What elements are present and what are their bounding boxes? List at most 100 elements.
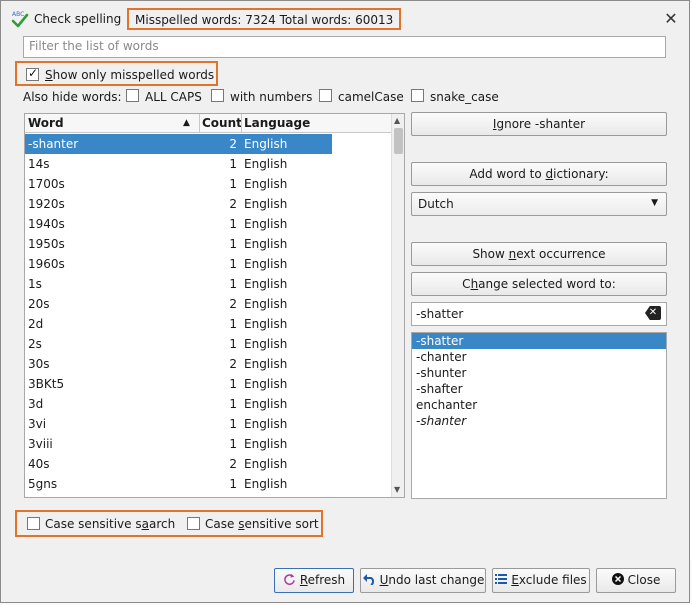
close-circle-icon [611, 573, 624, 585]
word-cell: 3d [28, 397, 44, 411]
hide-camelcase-checkbox[interactable] [319, 89, 332, 102]
refresh-button[interactable]: Refresh [274, 568, 354, 593]
language-cell: English [244, 317, 288, 331]
language-cell: English [244, 257, 288, 271]
hide-snake-case-label[interactable]: snake_case [430, 90, 499, 104]
table-row[interactable]: 2s 1 English [25, 334, 332, 354]
hide-with-numbers-checkbox[interactable] [211, 89, 224, 102]
change-selected-word-button[interactable]: Change selected word to: [411, 272, 667, 296]
count-cell: 2 [229, 457, 237, 471]
table-row[interactable]: 1960s 1 English [25, 254, 332, 274]
suggestion-item[interactable]: enchanter [412, 397, 666, 413]
word-cell: 1950s [28, 237, 65, 251]
table-row[interactable]: 3d 1 English [25, 394, 332, 414]
language-cell: English [244, 377, 288, 391]
table-row[interactable]: -shanter 2 English [25, 134, 332, 154]
hide-all-caps-checkbox[interactable] [126, 89, 139, 102]
close-button[interactable]: Close [596, 568, 676, 593]
count-cell: 1 [229, 257, 237, 271]
language-cell: English [244, 397, 288, 411]
title-bar: ABC Check spelling Misspelled words: 732… [1, 1, 689, 35]
word-cell: 30s [28, 357, 50, 371]
replacement-input[interactable]: -shatter ✕ [411, 302, 667, 326]
scrollbar-thumb[interactable] [394, 128, 403, 154]
language-cell: English [244, 337, 288, 351]
case-sensitive-search-label[interactable]: Case sensitive saarch [45, 517, 175, 531]
word-cell: 1700s [28, 177, 65, 191]
count-cell: 1 [229, 477, 237, 491]
table-row[interactable]: 1940s 1 English [25, 214, 332, 234]
undo-last-change-button[interactable]: Undo last change [360, 568, 486, 593]
word-cell: 3vi [28, 417, 47, 431]
hide-camelcase-label[interactable]: camelCase [338, 90, 404, 104]
table-row[interactable]: 30s 2 English [25, 354, 332, 374]
column-header-word[interactable]: Word [28, 116, 64, 130]
exclude-files-button[interactable]: Exclude files [492, 568, 590, 593]
language-cell: English [244, 137, 288, 151]
chevron-down-icon: ▼ [651, 198, 658, 208]
spellcheck-icon: ABC [11, 11, 29, 28]
word-cell: 3BKt5 [28, 377, 65, 391]
suggestion-item[interactable]: -chanter [412, 349, 666, 365]
case-sensitive-sort-label[interactable]: Case sensitive sort [205, 517, 319, 531]
language-cell: English [244, 297, 288, 311]
ignore-button[interactable]: Ignore -shanter [411, 112, 667, 136]
scroll-down-icon[interactable]: ▼ [394, 485, 400, 494]
check-spelling-dialog: ABC Check spelling Misspelled words: 732… [0, 0, 690, 603]
table-row[interactable]: 1950s 1 English [25, 234, 332, 254]
also-hide-label: Also hide words: [23, 90, 122, 104]
show-only-misspelled-label[interactable]: Show ​only misspelled words [45, 68, 214, 82]
word-cell: 14s [28, 157, 50, 171]
word-cell: 2s [28, 337, 42, 351]
word-cell: 5gns [28, 477, 58, 491]
hide-with-numbers-label[interactable]: with numbers [230, 90, 312, 104]
table-scrollbar[interactable]: ▲ ▼ [391, 114, 404, 497]
clear-input-icon[interactable]: ✕ [645, 306, 661, 320]
suggestion-item[interactable]: -shanter [412, 413, 666, 429]
close-icon[interactable]: ✕ [661, 9, 681, 29]
count-cell: 1 [229, 397, 237, 411]
case-sensitive-sort-checkbox[interactable] [187, 517, 200, 530]
count-cell: 1 [229, 277, 237, 291]
add-to-dictionary-button[interactable]: Add word to dictionary: [411, 162, 667, 186]
table-row[interactable]: 3viii 1 English [25, 434, 332, 454]
svg-text:ABC: ABC [12, 11, 24, 18]
dictionary-select[interactable]: Dutch ▼ [411, 192, 667, 216]
suggestion-item[interactable]: -shatter [412, 333, 666, 349]
word-cell: 3viii [28, 437, 53, 451]
show-next-occurrence-button[interactable]: Show next occurrence [411, 242, 667, 266]
table-row[interactable]: 20s 2 English [25, 294, 332, 314]
table-row[interactable]: 5gns 1 English [25, 474, 332, 494]
word-count-summary: Misspelled words: 7324 Total words: 6001… [127, 8, 402, 30]
word-cell: 40s [28, 457, 50, 471]
column-header-language[interactable]: Language [244, 116, 310, 130]
case-sensitive-search-checkbox[interactable] [27, 517, 40, 530]
language-cell: English [244, 157, 288, 171]
hide-all-caps-label[interactable]: ALL CAPS [145, 90, 202, 104]
count-cell: 2 [229, 137, 237, 151]
count-cell: 1 [229, 437, 237, 451]
count-cell: 1 [229, 417, 237, 431]
table-row[interactable]: 3vi 1 English [25, 414, 332, 434]
language-cell: English [244, 197, 288, 211]
show-only-misspelled-checkbox[interactable] [26, 66, 39, 81]
hide-snake-case-checkbox[interactable] [411, 89, 424, 102]
language-cell: English [244, 457, 288, 471]
column-header-count[interactable]: Count [202, 116, 242, 130]
language-cell: English [244, 417, 288, 431]
word-cell: 20s [28, 297, 50, 311]
table-row[interactable]: 1s 1 English [25, 274, 332, 294]
suggestion-item[interactable]: -shafter [412, 381, 666, 397]
language-cell: English [244, 477, 288, 491]
filter-input[interactable]: Filter the list of words [23, 36, 666, 58]
scroll-up-icon[interactable]: ▲ [394, 116, 400, 125]
table-row[interactable]: 1700s 1 English [25, 174, 332, 194]
count-cell: 1 [229, 337, 237, 351]
table-row[interactable]: 3BKt5 1 English [25, 374, 332, 394]
table-row[interactable]: 40s 2 English [25, 454, 332, 474]
word-cell: 1920s [28, 197, 65, 211]
table-row[interactable]: 2d 1 English [25, 314, 332, 334]
table-row[interactable]: 14s 1 English [25, 154, 332, 174]
table-row[interactable]: 1920s 2 English [25, 194, 332, 214]
suggestion-item[interactable]: -shunter [412, 365, 666, 381]
